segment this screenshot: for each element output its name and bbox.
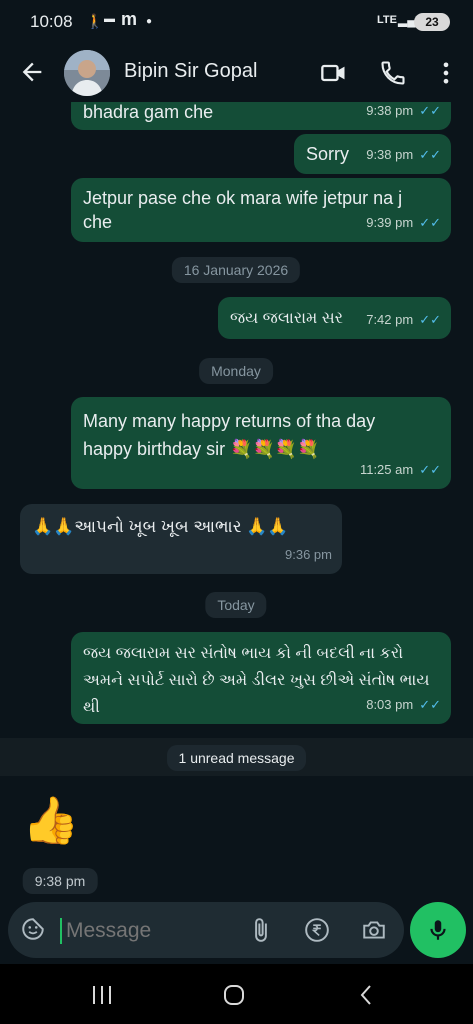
date-separator: Monday	[199, 358, 273, 384]
message-text: bhadra gam che	[83, 102, 214, 122]
composer-bar	[0, 902, 473, 962]
message-list[interactable]: bhadra gam che 9:38 pm ✓✓ Sorry 9:38 pm ✓✓…	[0, 102, 473, 902]
message-time: 9:36 pm	[285, 547, 332, 562]
message-text: 👍	[22, 794, 80, 846]
system-nav-bar	[0, 964, 473, 1024]
nav-back-icon[interactable]	[355, 983, 379, 1007]
message-meta: 11:25 am ✓✓	[360, 458, 441, 482]
message-time: 8:03 pm	[366, 697, 414, 712]
message-bubble[interactable]: Many many happy returns of tha day happy…	[71, 397, 451, 489]
home-icon[interactable]	[222, 983, 246, 1007]
message-bubble[interactable]: Jetpur pase che ok mara wife jetpur na j…	[71, 178, 451, 242]
message-meta: 9:38 pm ✓✓	[366, 102, 441, 123]
read-receipt-icon: ✓✓	[419, 147, 441, 162]
message-input[interactable]	[64, 912, 238, 950]
camera-icon[interactable]	[360, 917, 388, 943]
message-bubble[interactable]: જય જલારામ સર 7:42 pm ✓✓	[218, 297, 451, 339]
date-separator: Today	[205, 592, 267, 618]
message-time: 7:42 pm	[366, 312, 414, 327]
app-m-icon: m	[121, 9, 138, 29]
message-text: Many many happy returns of tha day happy…	[83, 411, 376, 459]
message-bubble[interactable]: 🙏🙏આપનો ખૂબ ખૂબ આભાર 🙏🙏 9:36 pm	[20, 504, 342, 574]
unread-label: 1 unread message	[166, 745, 307, 771]
message-meta: 8:03 pm ✓✓	[366, 693, 441, 717]
message-time: 9:38 pm	[366, 103, 414, 118]
paperclip-icon[interactable]	[248, 917, 274, 943]
message-time: 9:38 pm	[366, 147, 414, 162]
mic-icon	[430, 920, 446, 940]
message-box[interactable]	[8, 902, 404, 958]
message-text: જય જલારામ સર	[230, 310, 344, 327]
message-time: 9:38 pm	[22, 868, 98, 894]
message-text: Jetpur pase che ok mara wife jetpur na j…	[83, 188, 403, 232]
battery-level: 23	[414, 13, 450, 31]
message-text: Sorry	[306, 144, 350, 164]
chat-header: Bipin Sir Gopal	[0, 44, 473, 102]
read-receipt-icon: ✓✓	[419, 462, 441, 477]
phone-icon[interactable]	[379, 59, 407, 87]
message-bubble[interactable]: જય જલારામ સર સંતોષ ભાય કો ની બદલી ના કરો…	[71, 632, 451, 724]
unread-banner: 1 unread message	[0, 738, 473, 776]
status-time: 10:08	[30, 12, 73, 31]
sticker-icon[interactable]	[20, 916, 46, 942]
date-separator: 16 January 2026	[171, 257, 301, 283]
message-meta: 7:42 pm ✓✓	[366, 308, 441, 332]
text-cursor	[60, 918, 62, 944]
message-text: 🙏🙏આપનો ખૂબ ખૂબ આભાર 🙏🙏	[32, 517, 289, 536]
arrow-left-icon[interactable]	[18, 58, 46, 86]
read-receipt-icon: ✓✓	[419, 312, 441, 327]
mic-button[interactable]	[410, 902, 466, 958]
message-meta: 9:36 pm	[285, 543, 332, 567]
video-camera-icon[interactable]	[320, 59, 348, 87]
read-receipt-icon: ✓✓	[419, 215, 441, 230]
message-time: 9:39 pm	[366, 215, 414, 230]
message-meta: 9:39 pm ✓✓	[366, 211, 441, 235]
dot-icon: ●	[146, 16, 153, 27]
emoji-message[interactable]: 👍	[22, 792, 79, 848]
message-time: 11:25 am	[359, 462, 414, 477]
notification-icon: ▬	[104, 13, 115, 25]
walk-icon: 🚶	[86, 13, 104, 29]
status-bar: 10:08 🚶 ▬ m ● LTE ▂▄▆ 23	[0, 0, 473, 44]
network-type: LTE	[377, 14, 397, 26]
read-receipt-icon: ✓✓	[419, 103, 441, 118]
rupee-icon[interactable]	[304, 917, 330, 943]
read-receipt-icon: ✓✓	[419, 697, 441, 712]
message-meta: 9:38 pm ✓✓	[366, 143, 441, 167]
message-bubble[interactable]: Sorry 9:38 pm ✓✓	[294, 134, 451, 174]
avatar[interactable]	[64, 50, 110, 96]
message-bubble[interactable]: bhadra gam che 9:38 pm ✓✓	[71, 102, 451, 130]
more-vert-icon[interactable]	[432, 59, 460, 87]
contact-name[interactable]: Bipin Sir Gopal	[124, 60, 257, 83]
recent-apps-icon[interactable]	[90, 984, 114, 1006]
